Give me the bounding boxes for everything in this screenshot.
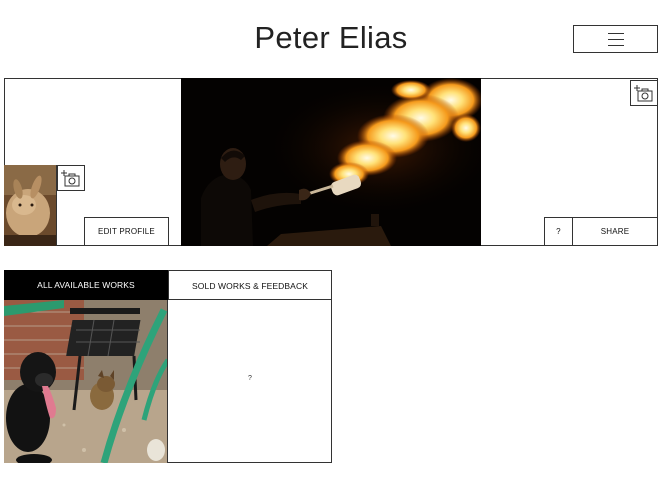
sold-works-placeholder: ? — [248, 375, 252, 382]
avatar — [4, 165, 57, 246]
help-button[interactable]: ? — [544, 217, 573, 246]
add-camera-icon — [631, 81, 657, 105]
change-cover-button[interactable] — [630, 80, 658, 106]
artwork-thumbnail[interactable] — [4, 300, 168, 463]
tab-sold-works-feedback[interactable]: SOLD WORKS & FEEDBACK — [168, 270, 332, 300]
page-title: Peter Elias — [254, 20, 408, 55]
tab-all-available-works[interactable]: ALL AVAILABLE WORKS — [4, 270, 168, 300]
add-camera-icon — [58, 166, 84, 190]
change-avatar-button[interactable] — [57, 165, 85, 191]
share-button[interactable]: SHARE — [572, 217, 658, 246]
edit-profile-button[interactable]: EDIT PROFILE — [84, 217, 169, 246]
menu-button[interactable] — [573, 25, 658, 53]
cover-photo — [181, 78, 481, 246]
